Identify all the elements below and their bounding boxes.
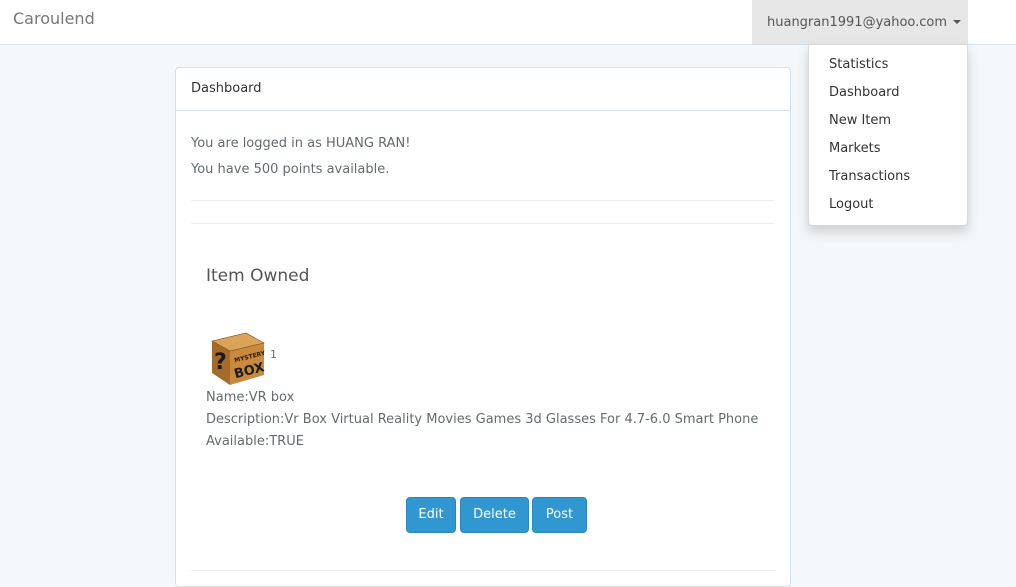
menu-item-markets[interactable]: Markets bbox=[809, 135, 967, 163]
user-dropdown-menu: Statistics Dashboard New Item Markets Tr… bbox=[808, 44, 968, 226]
items-owned-title: Item Owned bbox=[206, 266, 310, 286]
delete-button[interactable]: Delete bbox=[460, 497, 529, 533]
divider bbox=[191, 223, 775, 224]
mystery-box-image: ? MYSTERY BOX bbox=[211, 332, 267, 385]
svg-text:?: ? bbox=[214, 350, 227, 375]
divider bbox=[191, 200, 775, 201]
menu-item-statistics[interactable]: Statistics bbox=[809, 51, 967, 79]
menu-item-transactions[interactable]: Transactions bbox=[809, 163, 967, 191]
user-email: huangran1991@yahoo.com bbox=[767, 14, 948, 30]
menu-item-dashboard[interactable]: Dashboard bbox=[809, 79, 967, 107]
item-available: Available:TRUE bbox=[206, 434, 304, 449]
user-menu-toggle[interactable]: huangran1991@yahoo.com bbox=[752, 0, 968, 44]
caret-down-icon bbox=[953, 20, 962, 24]
points-message: You have 500 points available. bbox=[191, 162, 390, 177]
menu-item-logout[interactable]: Logout bbox=[809, 191, 967, 219]
brand-link[interactable]: Caroulend bbox=[13, 9, 95, 28]
item-name: Name:VR box bbox=[206, 390, 295, 405]
divider bbox=[191, 570, 775, 571]
panel-heading: Dashboard bbox=[176, 68, 790, 111]
menu-item-new-item[interactable]: New Item bbox=[809, 107, 967, 135]
top-navbar: Caroulend huangran1991@yahoo.com bbox=[0, 0, 1016, 45]
item-description: Description:Vr Box Virtual Reality Movie… bbox=[206, 412, 759, 427]
item-quantity: 1 bbox=[270, 348, 277, 361]
post-button[interactable]: Post bbox=[532, 497, 587, 533]
logged-in-message: You are logged in as HUANG RAN! bbox=[191, 136, 411, 151]
edit-button[interactable]: Edit bbox=[406, 497, 456, 533]
dashboard-panel: Dashboard You are logged in as HUANG RAN… bbox=[175, 67, 791, 587]
